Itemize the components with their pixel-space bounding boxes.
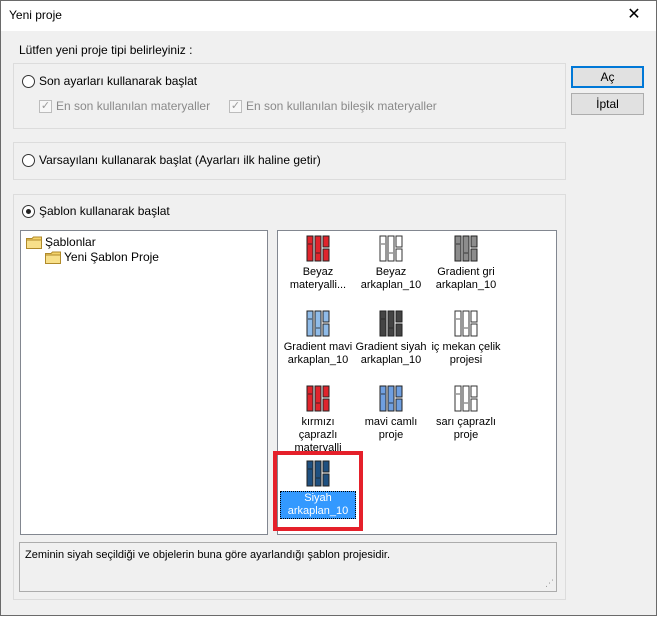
group-recent [13, 63, 566, 129]
template-tile-label-line1: mavi camlı [364, 416, 418, 428]
template-tile-label-line1: kırmızı çaprazlı [298, 416, 338, 441]
open-button[interactable]: Aç [571, 66, 644, 88]
folder-icon [45, 251, 61, 264]
white-template-icon [379, 235, 403, 262]
template-tile-label-line2: proje [378, 429, 404, 441]
template-tile-label: Gradient gri arkaplan_10 [428, 266, 504, 292]
template-tile-label: Gradient siyah arkaplan_10 [353, 341, 429, 367]
checkmark-icon: ✓ [39, 99, 52, 113]
template-tile-label: Beyaz materyalli... [280, 266, 356, 292]
template-tile[interactable]: Gradient mavi arkaplan_10 [280, 310, 356, 367]
new-project-dialog: Yeni proje ✕ Lütfen yeni proje tipi beli… [0, 0, 657, 616]
template-tile[interactable]: iç mekan çelik projesi [428, 310, 504, 367]
template-tile-label: mavi camlı proje [353, 416, 429, 442]
black-template-icon [379, 310, 403, 337]
radio-recent-indicator[interactable] [22, 74, 35, 88]
blue-template-icon [379, 385, 403, 412]
checkmark-icon: ✓ [229, 99, 242, 113]
radio-template-indicator[interactable] [22, 204, 35, 218]
gray-template-icon [454, 235, 478, 262]
checkbox-recent-materials-label: En son kullanılan materyaller [56, 99, 211, 113]
resize-grip-icon[interactable]: ⋰ [545, 578, 554, 589]
template-tile-label-line1: iç mekan çelik [431, 341, 501, 353]
template-tile-label: sarı çaprazlı proje [428, 416, 504, 442]
tree-item-new-template-project-label: Yeni Şablon Proje [64, 250, 159, 264]
cancel-button[interactable]: İptal [571, 93, 644, 115]
radio-template-label: Şablon kullanarak başlat [39, 204, 170, 218]
selection-highlight-frame [273, 451, 363, 531]
prompt-label: Lütfen yeni proje tipi belirleyiniz : [19, 43, 193, 57]
template-tile-label: kırmızı çaprazlı materyalli [280, 416, 356, 455]
template-tile-label-line2: arkaplan_10 [360, 279, 422, 291]
template-tile[interactable]: Beyaz arkaplan_10 [353, 235, 429, 292]
template-tile[interactable]: Gradient siyah arkaplan_10 [353, 310, 429, 367]
template-tile-label-line1: sarı çaprazlı [436, 416, 496, 428]
checkbox-recent-composite-label: En son kullanılan bileşik materyaller [246, 99, 437, 113]
template-tile-label: Gradient mavi arkaplan_10 [280, 341, 356, 367]
template-tile-label-line2: materyalli... [289, 279, 347, 291]
radio-recent-label: Son ayarları kullanarak başlat [39, 74, 198, 88]
template-tile-label-line2: projesi [449, 354, 483, 366]
tree-item-new-template-project[interactable]: Yeni Şablon Proje [45, 250, 159, 264]
radio-template[interactable]: Şablon kullanarak başlat [22, 204, 170, 218]
template-tile-label-line1: Gradient siyah [355, 341, 427, 353]
template-tile[interactable]: mavi camlı proje [353, 385, 429, 442]
template-tile-label: iç mekan çelik projesi [428, 341, 504, 367]
template-tile-label-line2: arkaplan_10 [287, 354, 349, 366]
description-text: Zeminin siyah seçildiği ve objelerin bun… [25, 549, 391, 561]
template-tile-label-line1: Gradient mavi [283, 341, 353, 353]
template-tile-label-line2: arkaplan_10 [360, 354, 422, 366]
tree-item-templates-label: Şablonlar [45, 235, 96, 249]
red-template-icon [306, 385, 330, 412]
template-tile[interactable]: sarı çaprazlı proje [428, 385, 504, 442]
checkbox-recent-composite: ✓ En son kullanılan bileşik materyaller [229, 99, 437, 113]
radio-default-label: Varsayılanı kullanarak başlat (Ayarları … [39, 153, 321, 167]
tree-item-templates[interactable]: Şablonlar [26, 235, 96, 249]
template-tile[interactable]: kırmızı çaprazlı materyalli [280, 385, 356, 455]
close-icon[interactable]: ✕ [612, 1, 656, 30]
white-template-icon [454, 310, 478, 337]
window-title: Yeni proje [9, 8, 62, 22]
radio-recent[interactable]: Son ayarları kullanarak başlat [22, 74, 197, 88]
title-bar: Yeni proje ✕ [1, 1, 656, 31]
lightblue-template-icon [306, 310, 330, 337]
template-tile[interactable]: Beyaz materyalli... [280, 235, 356, 292]
description-box: Zeminin siyah seçildiği ve objelerin bun… [19, 542, 557, 592]
radio-default-indicator[interactable] [22, 153, 35, 167]
template-tile-label-line1: Beyaz [375, 266, 407, 278]
template-tree[interactable]: Şablonlar Yeni Şablon Proje [20, 230, 268, 535]
template-tile-label-line1: Beyaz [302, 266, 334, 278]
template-tile-label-line2: arkaplan_10 [435, 279, 497, 291]
template-tile-label: Beyaz arkaplan_10 [353, 266, 429, 292]
radio-default[interactable]: Varsayılanı kullanarak başlat (Ayarları … [22, 153, 321, 167]
template-tile-label-line2: proje [453, 429, 479, 441]
white-template-icon [454, 385, 478, 412]
folder-icon [26, 236, 42, 249]
template-tile-label-line1: Gradient gri [437, 266, 495, 278]
template-tile[interactable]: Gradient gri arkaplan_10 [428, 235, 504, 292]
checkbox-recent-materials: ✓ En son kullanılan materyaller [39, 99, 210, 113]
red-template-icon [306, 235, 330, 262]
